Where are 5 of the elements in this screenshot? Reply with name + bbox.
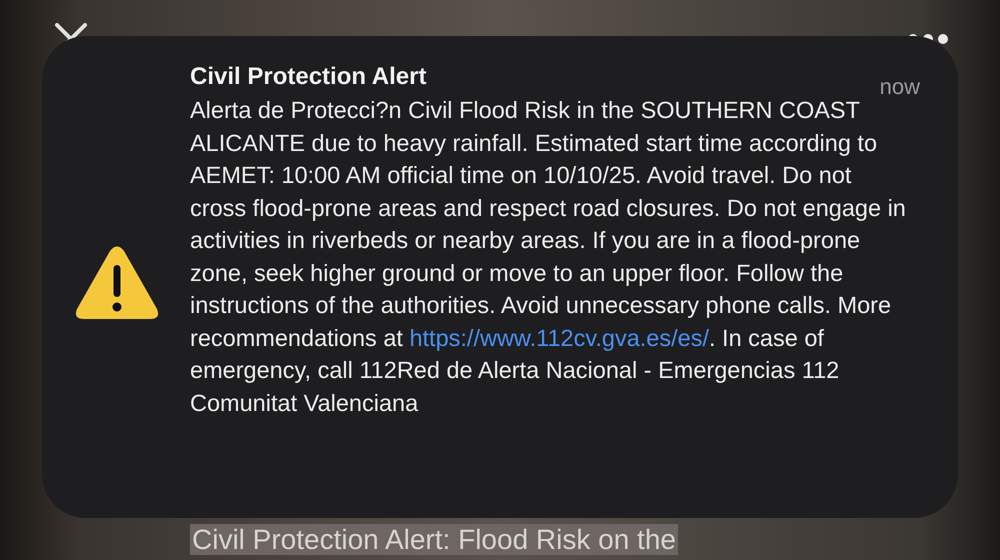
notification-card[interactable] xyxy=(42,36,958,518)
notification-title: Civil Protection Alert xyxy=(190,62,426,92)
warning-icon xyxy=(74,245,160,321)
website-link[interactable]: https://www.112cv.gva.es/es/ xyxy=(409,324,709,350)
caption-text: Civil Protection Alert: Flood Risk on the xyxy=(190,524,678,555)
